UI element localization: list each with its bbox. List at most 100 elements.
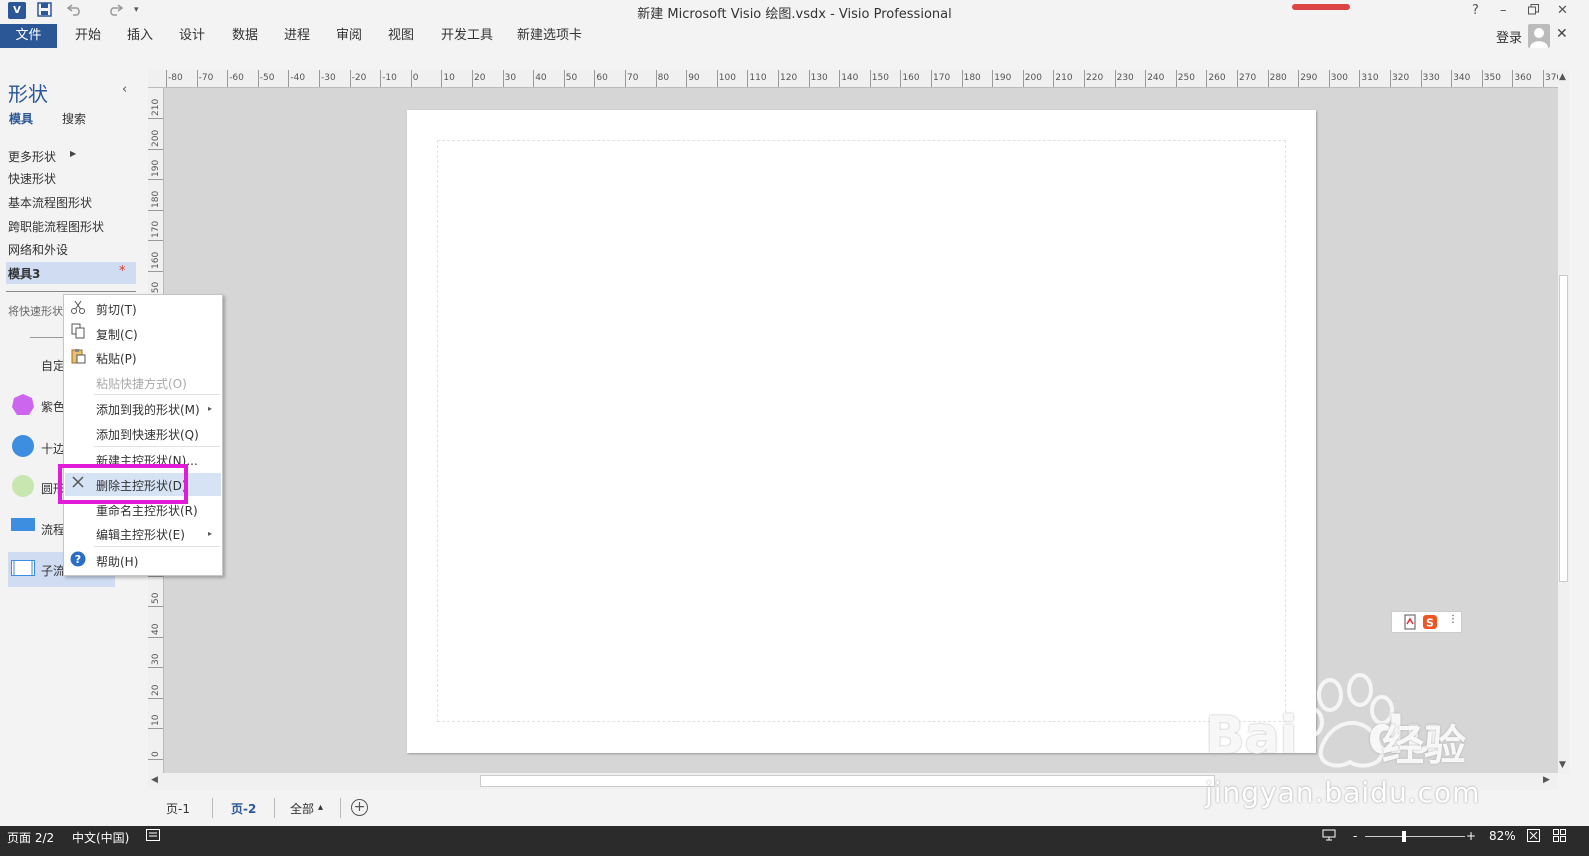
ruler-label: 200 (1024, 73, 1042, 83)
ruler-label: 210 (151, 98, 161, 116)
stencil-more-shapes[interactable]: 更多形状 (8, 148, 56, 165)
scroll-right-icon[interactable]: ▶ (1543, 775, 1550, 785)
restore-button[interactable] (1528, 1, 1539, 21)
ruler-tick (1298, 70, 1300, 87)
menu-item-add-to-quick-shapes[interactable]: 添加到快速形状(Q) (96, 426, 199, 443)
quick-shapes-divider (30, 337, 65, 338)
scroll-up-icon[interactable]: ▲ (1559, 72, 1566, 82)
presentation-mode-icon[interactable] (1322, 829, 1336, 844)
circle-shape-icon[interactable] (11, 474, 35, 501)
ruler-label: -80 (168, 73, 183, 83)
menu-item-copy[interactable]: 复制(C) (96, 326, 138, 343)
tab-home[interactable]: 开始 (75, 24, 101, 48)
ruler-tick (148, 636, 163, 638)
ruler-tick (625, 70, 626, 87)
macro-record-icon[interactable] (146, 829, 160, 844)
ruler-label: 20 (474, 73, 486, 83)
tab-data[interactable]: 数据 (232, 24, 258, 48)
tab-file[interactable]: 文件 (0, 24, 57, 48)
zoom-slider[interactable] (1365, 836, 1465, 837)
tab-review[interactable]: 审阅 (336, 24, 362, 48)
zoom-in-button[interactable]: + (1466, 829, 1476, 843)
stencil-basic-flowchart[interactable]: 基本流程图形状 (8, 194, 92, 211)
stencil-quick-shapes[interactable]: 快速形状 (8, 170, 56, 187)
fit-page-icon[interactable] (1527, 829, 1540, 845)
page-tab-1[interactable]: 页-1 (166, 800, 190, 817)
horizontal-scroll-thumb[interactable] (480, 775, 1215, 787)
tab-new-tab[interactable]: 新建选项卡 (517, 24, 582, 48)
collapse-pane-icon[interactable]: ‹ (122, 82, 127, 97)
menu-item-paste[interactable]: 粘贴(P) (96, 350, 137, 367)
scroll-down-icon[interactable]: ▼ (1559, 760, 1566, 770)
ruler-tick (1267, 70, 1269, 87)
menu-item-help[interactable]: 帮助(H) (96, 553, 138, 570)
toolbar-more-icon[interactable]: ⋮ (1448, 614, 1458, 625)
add-page-button[interactable]: + (351, 799, 368, 816)
ruler-label: 40 (151, 623, 161, 635)
zoom-slider-thumb[interactable] (1402, 831, 1406, 842)
document-icon[interactable] (1402, 614, 1418, 630)
ruler-label: 0 (412, 73, 419, 83)
subprocess-shape-icon[interactable] (11, 560, 35, 579)
menu-separator (94, 446, 220, 447)
page-margin-guide (437, 140, 1286, 722)
ruler-tick (148, 270, 163, 272)
ruler-tick (1022, 70, 1024, 87)
ruler-label: 280 (1269, 73, 1287, 83)
language-indicator[interactable]: 中文(中国) (72, 829, 129, 846)
tab-view[interactable]: 视图 (388, 24, 414, 48)
ruler-label: 240 (1147, 73, 1165, 83)
ruler-label: 260 (1208, 73, 1226, 83)
ruler-label: 210 (1055, 73, 1073, 83)
page-tab-2[interactable]: 页-2 (231, 800, 256, 817)
stencil-mold3[interactable]: 模具3 (8, 265, 40, 282)
signin-link[interactable]: 登录 (1496, 27, 1522, 46)
stencil-cross-functional[interactable]: 跨职能流程图形状 (8, 218, 104, 235)
ruler-tick (563, 70, 565, 87)
page-indicator[interactable]: 页面 2/2 (7, 829, 54, 846)
shape-purple-label[interactable]: 紫色 (41, 398, 65, 415)
zoom-out-button[interactable]: - (1353, 829, 1357, 843)
tab-search[interactable]: 搜索 (62, 110, 86, 127)
ruler-tick (931, 70, 932, 87)
ruler-label: 360 (1514, 73, 1532, 83)
tab-insert[interactable]: 插入 (127, 24, 153, 48)
unsaved-star-icon: * (119, 264, 126, 279)
ruler-label: 340 (1453, 73, 1471, 83)
shape-subprocess-label[interactable]: 子流 (41, 562, 65, 579)
quick-shapes-hint: 将快速形状 (8, 305, 63, 318)
tab-design[interactable]: 设计 (179, 24, 205, 48)
indicator-icon (1292, 4, 1350, 10)
tab-developer[interactable]: 开发工具 (441, 24, 493, 48)
minimize-button[interactable]: – (1500, 1, 1507, 21)
avatar-icon[interactable] (1528, 24, 1550, 48)
purple-heptagon-shape-icon[interactable] (11, 393, 35, 420)
decagon-shape-icon[interactable] (11, 434, 35, 461)
menu-item-add-to-my-shapes[interactable]: 添加到我的形状(M) (96, 401, 200, 418)
floating-toolbar: S ⋮ (1391, 611, 1462, 633)
vertical-scroll-thumb[interactable] (1559, 275, 1568, 582)
sogou-s-icon[interactable]: S (1422, 614, 1438, 630)
menu-item-rename-master[interactable]: 重命名主控形状(R) (96, 502, 198, 519)
tab-process[interactable]: 进程 (284, 24, 310, 48)
tab-stencils[interactable]: 模具 (9, 110, 33, 127)
close-button[interactable]: ✕ (1557, 1, 1568, 21)
scroll-left-icon[interactable]: ◀ (151, 775, 158, 785)
help-button[interactable]: ? (1472, 1, 1479, 21)
stencil-network[interactable]: 网络和外设 (8, 241, 68, 258)
all-pages-button[interactable]: 全部 (290, 800, 314, 817)
zoom-level[interactable]: 82% (1489, 829, 1516, 843)
process-shape-icon[interactable] (11, 518, 35, 535)
ribbon-close-icon[interactable]: ✕ (1556, 26, 1568, 42)
tab-divider (340, 798, 341, 818)
switch-windows-icon[interactable] (1553, 829, 1566, 845)
menu-item-edit-master[interactable]: 编辑主控形状(E) (96, 526, 185, 543)
menu-item-cut[interactable]: 剪切(T) (96, 301, 137, 318)
annotation-highlight-box (58, 464, 188, 504)
shape-process-label[interactable]: 流程 (41, 521, 65, 538)
submenu-arrow-icon: ▸ (208, 529, 213, 538)
ruler-label: -40 (290, 73, 306, 83)
ruler-tick (148, 118, 163, 119)
ruler-tick (1114, 70, 1116, 87)
shape-decagon-label[interactable]: 十边 (41, 440, 65, 457)
